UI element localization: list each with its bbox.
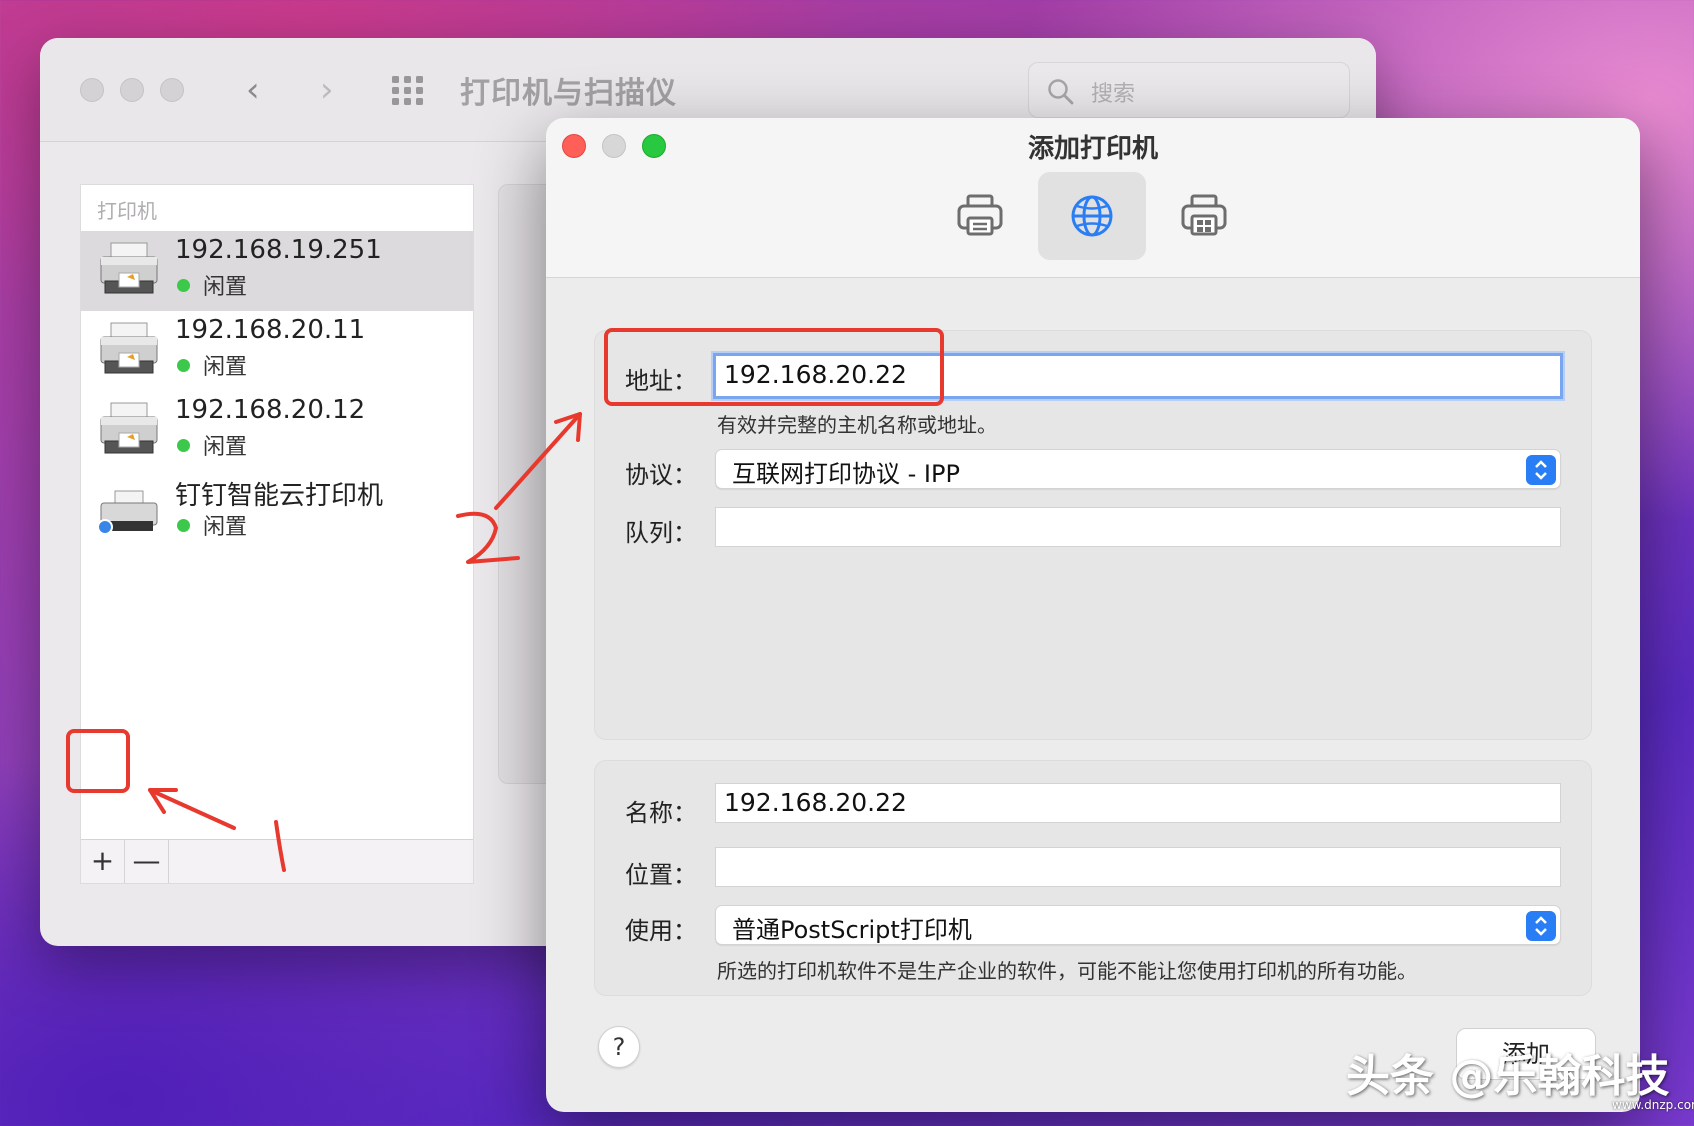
arrow-2-shaft	[494, 412, 582, 510]
annotation-arrows: 1 2	[148, 412, 582, 872]
watermark-url: www.dnzp.com	[1612, 1098, 1694, 1112]
step-2-stroke	[456, 511, 520, 564]
step-1-stroke	[274, 820, 286, 872]
watermark: 头条 @乐翰科技	[1346, 1051, 1670, 1102]
